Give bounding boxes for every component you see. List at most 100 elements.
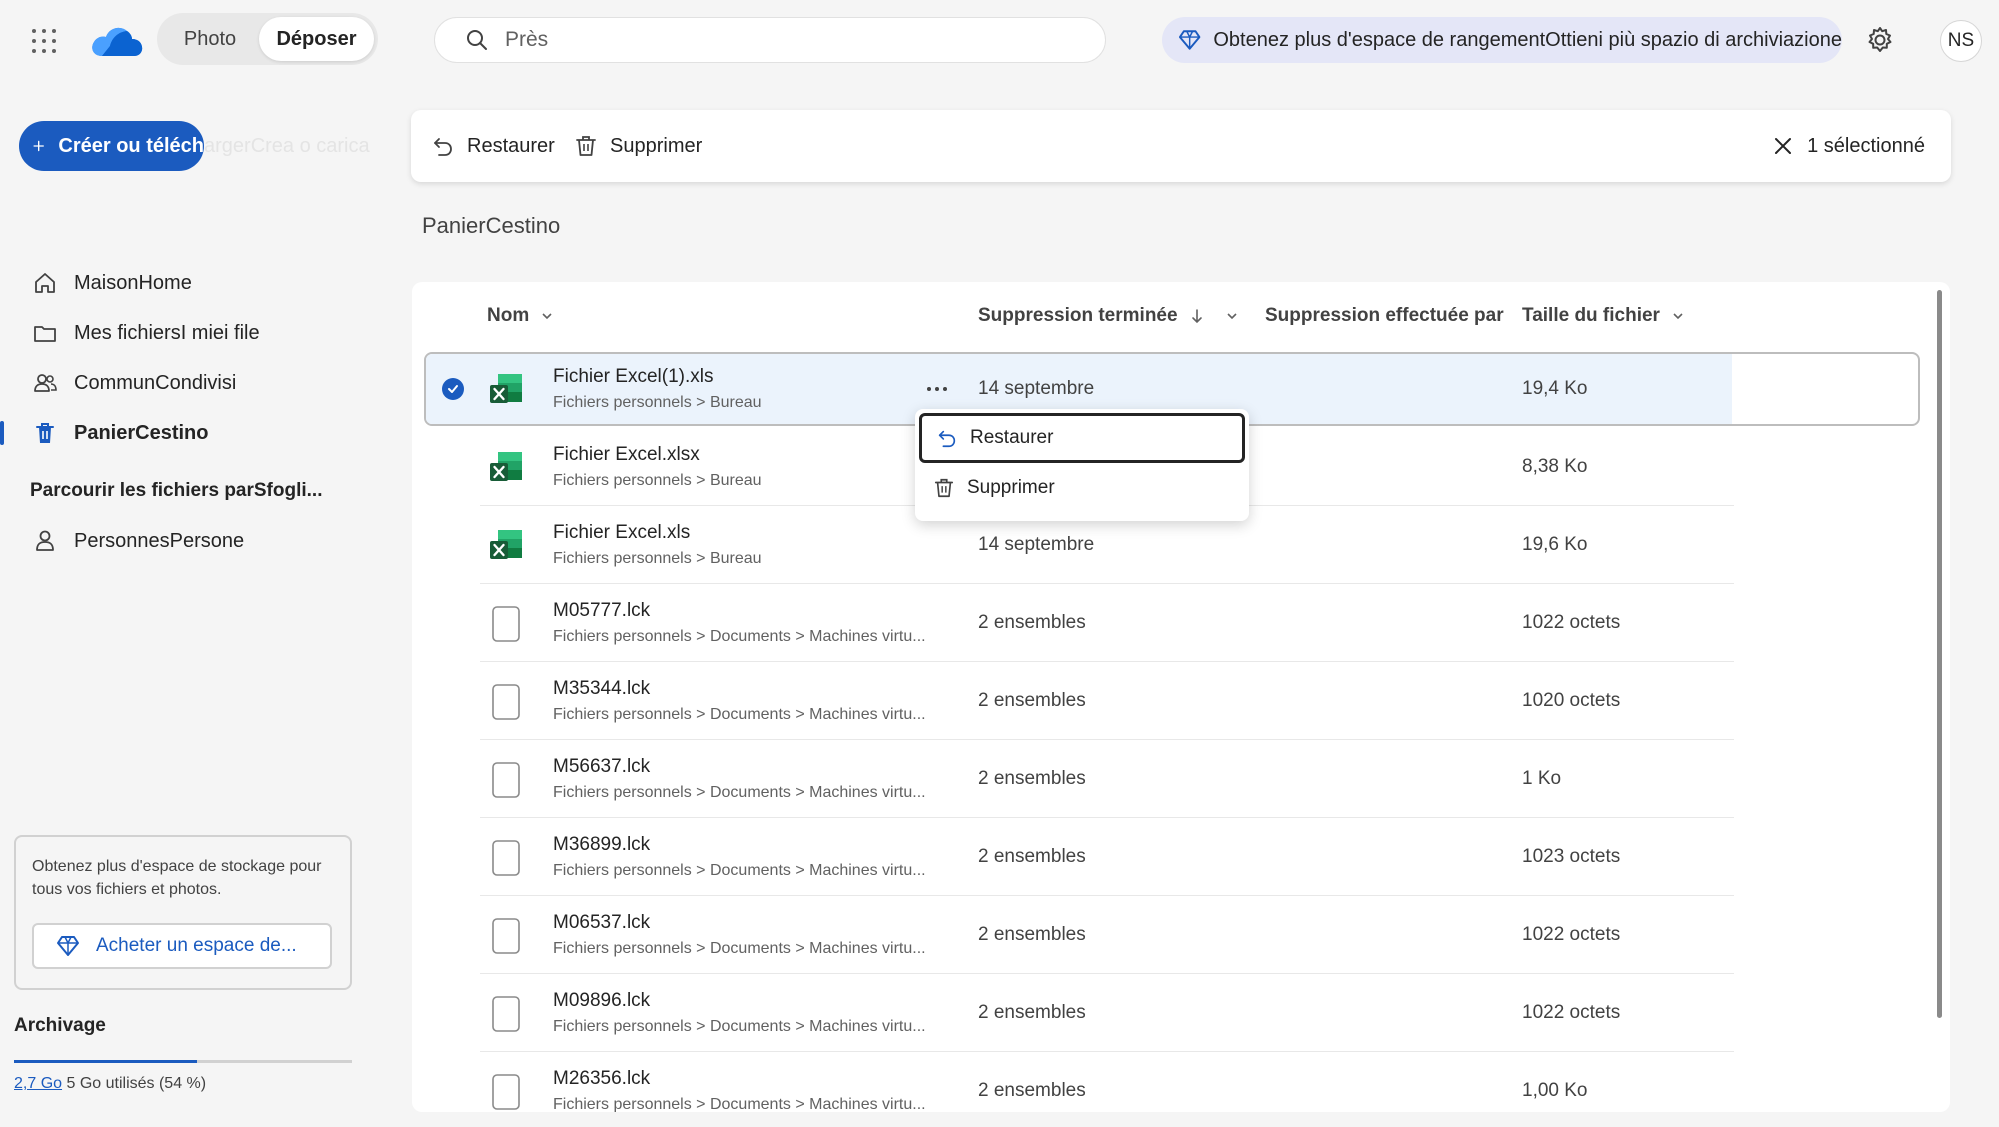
onedrive-logo-icon[interactable] bbox=[88, 20, 144, 60]
deleted-date: 2 ensembles bbox=[978, 1002, 1086, 1023]
row-checkbox[interactable] bbox=[442, 378, 464, 400]
delete-label: Supprimer bbox=[610, 134, 703, 157]
page-title: PanierCestino bbox=[422, 213, 561, 238]
file-name[interactable]: Fichier Excel.xls bbox=[553, 522, 690, 544]
column-header-name[interactable]: Nom bbox=[487, 282, 553, 350]
column-header-deleted-by[interactable]: Suppression effectuée par bbox=[1265, 282, 1504, 350]
file-name[interactable]: M09896.lck bbox=[553, 990, 650, 1012]
storage-heading: Archivage bbox=[14, 1015, 106, 1036]
table-row[interactable]: M56637.lck Fichiers personnels > Document… bbox=[412, 740, 1950, 818]
chevron-down-icon bbox=[1673, 313, 1683, 320]
settings-gear-icon[interactable] bbox=[1865, 25, 1895, 55]
file-name[interactable]: M36899.lck bbox=[553, 834, 650, 856]
create-upload-overflow-text: argerCrea o carica bbox=[204, 135, 370, 157]
storage-used-link[interactable]: 2,7 Go bbox=[14, 1075, 62, 1092]
top-bar: Photo Déposer Obtenez plus d'espace de r… bbox=[0, 0, 1999, 82]
deleted-date: 2 ensembles bbox=[978, 612, 1086, 633]
context-menu-delete[interactable]: Supprimer bbox=[919, 463, 1245, 513]
generic-file-icon bbox=[486, 994, 526, 1034]
restore-label: Restaurer bbox=[467, 134, 555, 157]
trash-icon bbox=[36, 423, 54, 443]
file-size: 1022 octets bbox=[1522, 924, 1621, 945]
sidebar-item-recycle-bin[interactable]: PanierCestino bbox=[0, 408, 380, 458]
storage-upsell-card: Obtenez plus d'espace de stockage pour t… bbox=[14, 835, 352, 990]
excel-file-icon bbox=[486, 448, 526, 488]
context-menu-restore-label: Restaurer bbox=[970, 427, 1054, 448]
sidebar-item-label: PanierCestino bbox=[74, 421, 209, 444]
files-tab[interactable]: Déposer bbox=[259, 17, 374, 61]
file-path: Fichiers personnels > Bureau bbox=[553, 394, 762, 411]
file-size: 1,00 Ko bbox=[1522, 1080, 1588, 1101]
trash-icon bbox=[576, 136, 596, 156]
create-upload-label: Créer ou téléch bbox=[58, 134, 204, 157]
restore-button[interactable]: Restaurer bbox=[431, 110, 555, 182]
sort-down-arrow-icon bbox=[1191, 309, 1202, 324]
file-path: Fichiers personnels > Documents > Machin… bbox=[553, 940, 926, 957]
search-input[interactable] bbox=[505, 28, 1065, 52]
storage-promo-banner[interactable]: Obtenez plus d'espace de rangementOttien… bbox=[1162, 17, 1842, 63]
buy-storage-button[interactable]: Acheter un espace de... bbox=[32, 923, 332, 969]
close-icon bbox=[1775, 138, 1792, 154]
table-row[interactable]: M36899.lck Fichiers personnels > Document… bbox=[412, 818, 1950, 896]
file-name[interactable]: M05777.lck bbox=[553, 600, 650, 622]
diamond-icon bbox=[1178, 30, 1201, 50]
storage-usage-text: 2,7 Go 5 Go utilisés (54 %) bbox=[14, 1075, 206, 1093]
file-name[interactable]: M06537.lck bbox=[553, 912, 650, 934]
file-path: Fichiers personnels > Documents > Machin… bbox=[553, 784, 926, 801]
excel-file-icon bbox=[486, 526, 526, 566]
excel-file-icon bbox=[486, 370, 526, 410]
restore-icon bbox=[434, 138, 452, 156]
sidebar-item-people[interactable]: PersonnesPersone bbox=[0, 516, 380, 566]
column-header-label: Suppression terminée bbox=[978, 305, 1178, 326]
vertical-scrollbar[interactable] bbox=[1937, 290, 1942, 1018]
deleted-date: 14 septembre bbox=[978, 378, 1095, 399]
file-name[interactable]: Fichier Excel(1).xls bbox=[553, 366, 713, 388]
file-name[interactable]: M26356.lck bbox=[553, 1068, 650, 1090]
photo-tab[interactable]: Photo bbox=[161, 17, 259, 61]
delete-button[interactable]: Supprimer bbox=[574, 110, 702, 182]
table-row[interactable]: M35344.lck Fichiers personnels > Document… bbox=[412, 662, 1950, 740]
table-row[interactable]: M09896.lck Fichiers personnels > Document… bbox=[412, 974, 1950, 1052]
context-menu: Restaurer Supprimer bbox=[915, 409, 1249, 521]
file-path: Fichiers personnels > Documents > Machin… bbox=[553, 628, 926, 645]
table-row[interactable]: M26356.lck Fichiers personnels > Document… bbox=[412, 1052, 1950, 1112]
chevron-down-icon bbox=[542, 313, 552, 320]
restore-icon bbox=[938, 430, 956, 448]
search-icon bbox=[467, 30, 487, 50]
context-menu-restore[interactable]: Restaurer bbox=[919, 413, 1245, 463]
file-table: Nom Suppression terminée Suppression eff… bbox=[412, 282, 1950, 1112]
more-options-icon[interactable] bbox=[922, 374, 952, 404]
sidebar-nav-people: PersonnesPersone bbox=[0, 516, 380, 566]
deleted-date: 2 ensembles bbox=[978, 924, 1086, 945]
app-launcher-icon[interactable] bbox=[30, 27, 58, 55]
file-size: 1022 octets bbox=[1522, 1002, 1621, 1023]
file-path: Fichiers personnels > Documents > Machin… bbox=[553, 862, 926, 879]
sidebar-item-my-files[interactable]: Mes fichiersI miei file bbox=[0, 308, 380, 358]
sidebar-item-shared[interactable]: CommunCondivisi bbox=[0, 358, 380, 408]
file-size: 8,38 Ko bbox=[1522, 456, 1588, 477]
clear-selection-button[interactable]: 1 sélectionné bbox=[1773, 110, 1925, 182]
column-header-deleted[interactable]: Suppression terminée bbox=[978, 282, 1238, 350]
browse-files-heading: Parcourir les fichiers parSfogli... bbox=[30, 480, 323, 501]
sidebar-nav: MaisonHome Mes fichiersI miei file Commu… bbox=[0, 258, 380, 458]
column-header-label: Nom bbox=[487, 305, 530, 326]
file-name[interactable]: M35344.lck bbox=[553, 678, 650, 700]
sidebar-item-label: CommunCondivisi bbox=[74, 371, 237, 394]
file-path: Fichiers personnels > Bureau bbox=[553, 550, 762, 567]
generic-file-icon bbox=[486, 604, 526, 644]
person-icon bbox=[36, 530, 54, 551]
file-path: Fichiers personnels > Documents > Machin… bbox=[553, 1096, 926, 1112]
file-name[interactable]: M56637.lck bbox=[553, 756, 650, 778]
sidebar-item-label: MaisonHome bbox=[74, 271, 192, 294]
file-name[interactable]: Fichier Excel.xlsx bbox=[553, 444, 700, 466]
table-row[interactable]: M05777.lck Fichiers personnels > Document… bbox=[412, 584, 1950, 662]
avatar[interactable]: NS bbox=[1940, 20, 1982, 62]
sidebar-item-home[interactable]: MaisonHome bbox=[0, 258, 380, 308]
deleted-date: 2 ensembles bbox=[978, 690, 1086, 711]
column-header-size[interactable]: Taille du fichier bbox=[1522, 282, 1684, 350]
promo-text: Obtenez plus d'espace de rangementOttien… bbox=[1213, 28, 1842, 51]
generic-file-icon bbox=[486, 838, 526, 878]
sidebar-item-label: PersonnesPersone bbox=[74, 529, 245, 552]
table-row[interactable]: M06537.lck Fichiers personnels > Document… bbox=[412, 896, 1950, 974]
create-upload-button[interactable]: Créer ou téléch bbox=[19, 121, 204, 171]
